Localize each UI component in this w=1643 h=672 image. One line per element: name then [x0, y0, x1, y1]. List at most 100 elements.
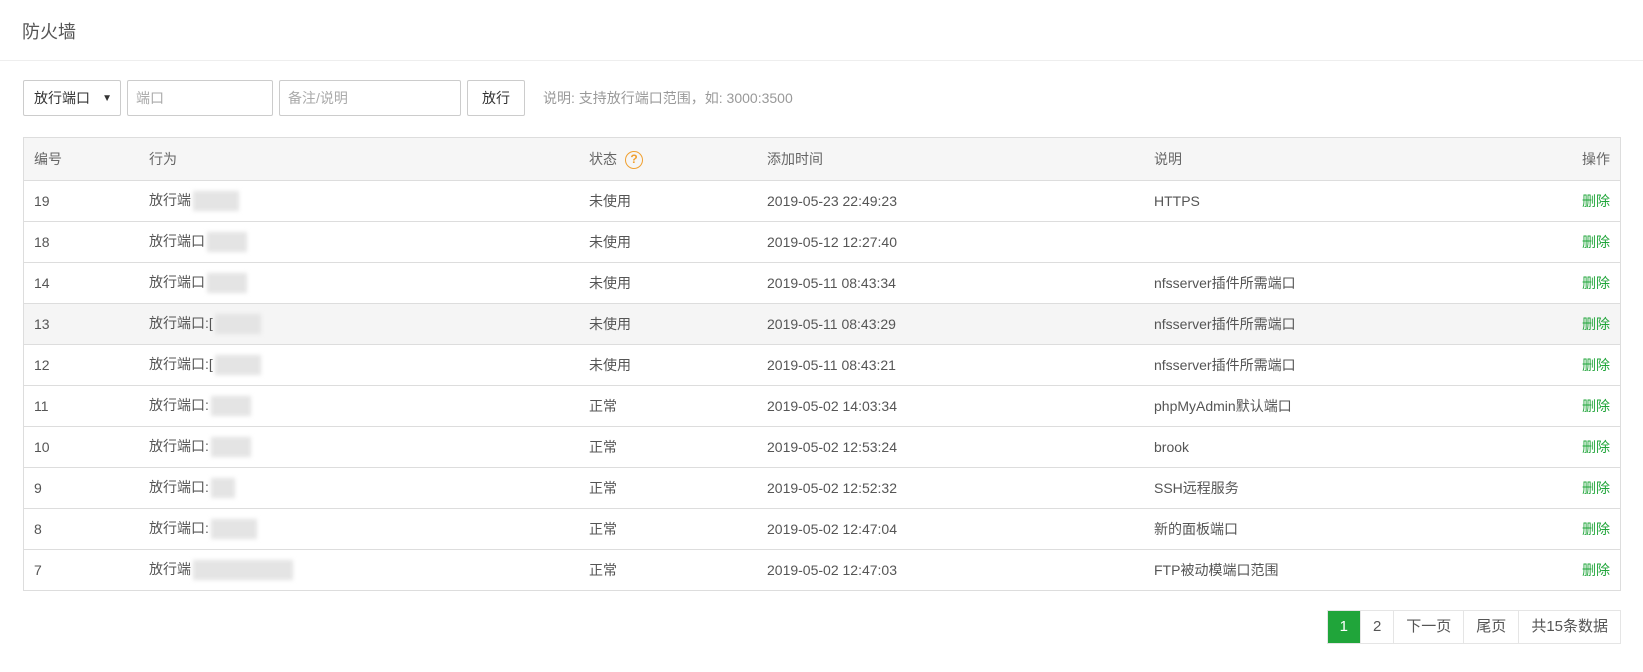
cell-desc: HTTPS	[1144, 179, 1540, 221]
page-1-button[interactable]: 1	[1327, 611, 1360, 643]
cell-action: 放行端口:	[139, 507, 579, 549]
cell-status: 未使用	[579, 261, 757, 303]
cell-id: 14	[24, 261, 139, 303]
page-2-button[interactable]: 2	[1359, 611, 1393, 643]
cell-id: 10	[24, 425, 139, 467]
cell-id: 13	[24, 302, 139, 344]
delete-link[interactable]: 删除	[1540, 343, 1620, 385]
cell-id: 11	[24, 384, 139, 426]
redacted-block	[210, 437, 251, 458]
note-input[interactable]	[279, 80, 461, 116]
cell-desc: 新的面板端口	[1144, 507, 1540, 549]
delete-link[interactable]: 删除	[1540, 302, 1620, 344]
cell-action-text: 放行端口:	[149, 519, 209, 536]
cell-id: 19	[24, 179, 139, 221]
delete-link-label[interactable]: 删除	[1582, 234, 1610, 250]
cell-desc: nfsserver插件所需端口	[1144, 302, 1540, 344]
table-row: 9 放行端口: 正常 2019-05-02 12:52:32 SSH远程服务 删…	[24, 466, 1620, 508]
header-status: 状态?	[579, 138, 757, 180]
delete-link-label[interactable]: 删除	[1582, 357, 1610, 373]
toolbar: 放行端口 ▼ 放行 说明: 支持放行端口范围，如: 3000:3500	[23, 80, 793, 116]
question-circle-icon[interactable]: ?	[625, 150, 643, 169]
cell-status: 未使用	[579, 302, 757, 344]
delete-link-label[interactable]: 删除	[1582, 316, 1610, 332]
cell-desc: nfsserver插件所需端口	[1144, 343, 1540, 385]
delete-link-label[interactable]: 删除	[1582, 521, 1610, 537]
table-row: 7 放行端 正常 2019-05-02 12:47:03 FTP被动模端口范围 …	[24, 548, 1620, 590]
delete-link-label[interactable]: 删除	[1582, 398, 1610, 414]
delete-link[interactable]: 删除	[1540, 548, 1620, 590]
delete-link-label[interactable]: 删除	[1582, 193, 1610, 209]
delete-link[interactable]: 删除	[1540, 466, 1620, 508]
cell-action-text: 放行端口:	[149, 437, 209, 454]
cell-time: 2019-05-23 22:49:23	[757, 179, 1144, 221]
cell-status: 正常	[579, 507, 757, 549]
table-row: 8 放行端口: 正常 2019-05-02 12:47:04 新的面板端口 删除	[24, 507, 1620, 549]
redacted-block	[210, 478, 235, 499]
table-row: 10 放行端口: 正常 2019-05-02 12:53:24 brook 删除	[24, 425, 1620, 467]
caret-down-icon: ▼	[102, 92, 112, 104]
cell-time: 2019-05-11 08:43:21	[757, 343, 1144, 385]
cell-id: 8	[24, 507, 139, 549]
allow-button[interactable]: 放行	[467, 80, 525, 116]
table-row: 14 放行端口 未使用 2019-05-11 08:43:34 nfsserve…	[24, 261, 1620, 303]
redacted-block	[210, 396, 251, 417]
firewall-panel: 防火墙 放行端口 ▼ 放行 说明: 支持放行端口范围，如: 3000:3500 …	[0, 0, 1643, 672]
table-header: 编号 行为 状态? 添加时间 说明 操作	[24, 138, 1620, 180]
header-desc: 说明	[1144, 138, 1540, 180]
rule-type-value: 放行端口	[34, 90, 90, 106]
cell-id: 12	[24, 343, 139, 385]
delete-link-label[interactable]: 删除	[1582, 439, 1610, 455]
cell-action: 放行端口:[	[139, 343, 579, 385]
cell-action-text: 放行端	[149, 191, 191, 208]
cell-id: 9	[24, 466, 139, 508]
pagination: 1 2 下一页 尾页 共15条数据	[1326, 610, 1621, 644]
header-time: 添加时间	[757, 138, 1144, 180]
delete-link-label[interactable]: 删除	[1582, 562, 1610, 578]
header-op: 操作	[1540, 138, 1620, 180]
header-status-label: 状态	[589, 150, 617, 167]
cell-desc: nfsserver插件所需端口	[1144, 261, 1540, 303]
table-row: 12 放行端口:[ 未使用 2019-05-11 08:43:21 nfsser…	[24, 343, 1620, 385]
cell-status: 未使用	[579, 179, 757, 221]
delete-link-label[interactable]: 删除	[1582, 480, 1610, 496]
cell-action: 放行端口	[139, 220, 579, 262]
cell-status: 正常	[579, 425, 757, 467]
redacted-block	[207, 273, 247, 294]
cell-action: 放行端口	[139, 261, 579, 303]
port-input[interactable]	[127, 80, 273, 116]
table-row: 13 放行端口:[ 未使用 2019-05-11 08:43:29 nfsser…	[24, 302, 1620, 344]
cell-time: 2019-05-02 12:47:04	[757, 507, 1144, 549]
last-page-button[interactable]: 尾页	[1463, 611, 1518, 643]
cell-action: 放行端口:	[139, 425, 579, 467]
delete-link[interactable]: 删除	[1540, 384, 1620, 426]
delete-link[interactable]: 删除	[1540, 261, 1620, 303]
delete-link[interactable]: 删除	[1540, 220, 1620, 262]
hint-text: 说明: 支持放行端口范围，如: 3000:3500	[543, 90, 793, 106]
cell-action: 放行端口:	[139, 384, 579, 426]
table-row: 19 放行端 未使用 2019-05-23 22:49:23 HTTPS 删除	[24, 179, 1620, 221]
cell-time: 2019-05-02 14:03:34	[757, 384, 1144, 426]
delete-link[interactable]: 删除	[1540, 425, 1620, 467]
cell-action-text: 放行端口:	[149, 478, 209, 495]
redacted-block	[214, 314, 261, 335]
delete-link[interactable]: 删除	[1540, 507, 1620, 549]
next-page-button[interactable]: 下一页	[1393, 611, 1463, 643]
delete-link-label[interactable]: 删除	[1582, 275, 1610, 291]
cell-time: 2019-05-12 12:27:40	[757, 220, 1144, 262]
cell-time: 2019-05-11 08:43:29	[757, 302, 1144, 344]
cell-status: 正常	[579, 466, 757, 508]
cell-time: 2019-05-02 12:52:32	[757, 466, 1144, 508]
cell-action: 放行端	[139, 179, 579, 221]
cell-id: 18	[24, 220, 139, 262]
cell-id: 7	[24, 548, 139, 590]
cell-status: 未使用	[579, 220, 757, 262]
redacted-block	[193, 560, 293, 581]
total-count: 共15条数据	[1518, 611, 1620, 643]
cell-desc: SSH远程服务	[1144, 466, 1540, 508]
cell-status: 未使用	[579, 343, 757, 385]
cell-action-text: 放行端口:[	[149, 355, 213, 372]
cell-action-text: 放行端口:	[149, 396, 209, 413]
rule-type-select[interactable]: 放行端口 ▼	[23, 80, 121, 116]
delete-link[interactable]: 删除	[1540, 179, 1620, 221]
